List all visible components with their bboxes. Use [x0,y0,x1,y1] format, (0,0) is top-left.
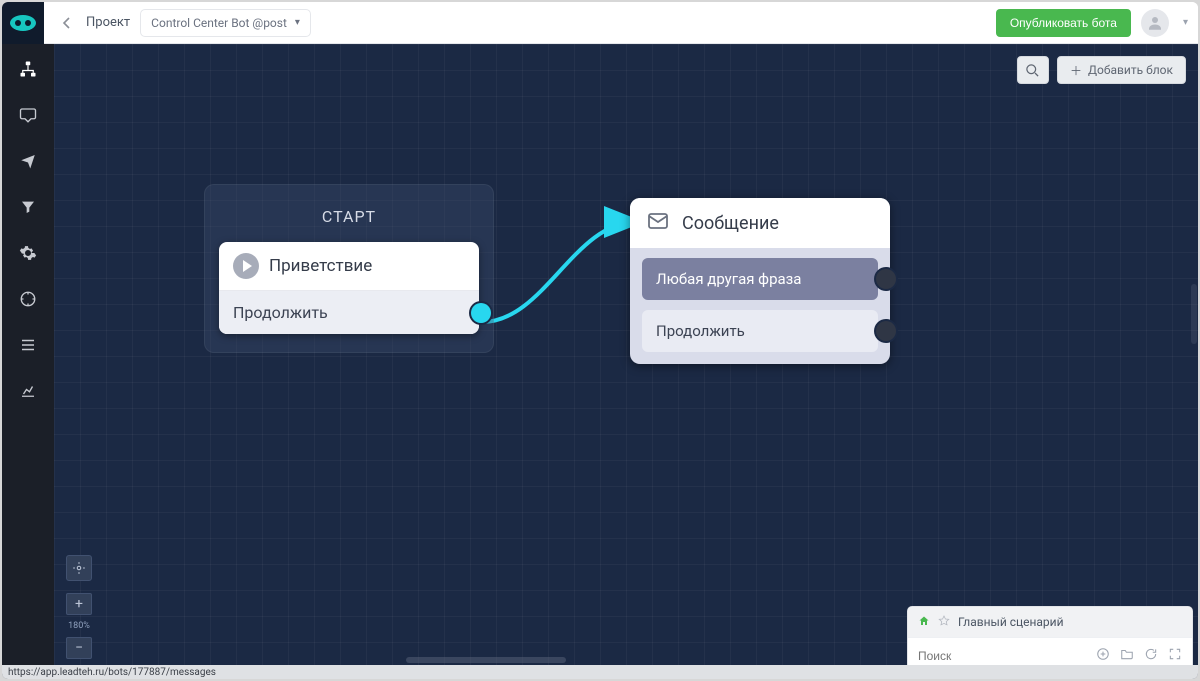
node-message-row-continue-label: Продолжить [656,322,745,340]
back-button[interactable] [58,14,76,32]
star-icon[interactable] [938,615,950,630]
horizontal-scrollbar[interactable] [106,655,1198,665]
user-avatar[interactable] [1141,9,1169,37]
node-start-title: СТАРТ [219,207,479,226]
canvas-grid [54,44,1198,679]
node-start[interactable]: СТАРТ Приветствие Продолжить [204,184,494,353]
plus-icon: ＋ [1070,62,1082,79]
node-message[interactable]: Сообщение Любая другая фраза Продолжить [630,198,890,364]
node-message-row-phrase-label: Любая другая фраза [656,270,801,288]
sidebar-item-settings[interactable] [10,238,46,268]
add-block-button[interactable]: ＋ Добавить блок [1057,56,1186,84]
zoom-controls: + 180% − [66,555,92,659]
app-logo[interactable] [2,2,44,44]
status-bar: https://app.leadteh.ru/bots/177887/messa… [2,665,1198,679]
sidebar-item-broadcast[interactable] [10,146,46,176]
sidebar-item-support[interactable] [10,284,46,314]
zoom-in-button[interactable]: + [66,593,92,615]
scenario-title: Главный сценарий [958,615,1064,629]
locate-button[interactable] [66,555,92,581]
envelope-icon [646,209,670,238]
scenario-header[interactable]: Главный сценарий [908,607,1192,637]
output-port[interactable] [876,269,896,289]
chevron-down-icon: ▾ [295,17,300,28]
output-port[interactable] [876,321,896,341]
left-sidebar: Сообщения [2,44,54,679]
node-message-head[interactable]: Сообщение [630,198,890,248]
play-icon [233,253,259,279]
home-icon [918,615,930,630]
flow-canvas[interactable]: СТАРТ Приветствие Продолжить [54,44,1198,679]
canvas-toolbar: ＋ Добавить блок [1017,56,1186,84]
sidebar-item-list[interactable] [10,330,46,360]
search-button[interactable] [1017,56,1049,84]
project-select[interactable]: Control Center Bot @post ▾ [140,9,311,37]
node-start-card[interactable]: Приветствие Продолжить [219,242,479,334]
node-start-row-continue-label: Продолжить [233,303,328,322]
sidebar-item-messages[interactable]: Сообщения [10,100,46,130]
node-message-row-phrase[interactable]: Любая другая фраза [642,258,878,300]
node-message-row-continue[interactable]: Продолжить [642,310,878,352]
node-start-row-continue[interactable]: Продолжить [219,290,479,334]
zoom-level-label: 180% [68,621,90,631]
sidebar-item-structure[interactable] [10,54,46,84]
sidebar-item-filter[interactable] [10,192,46,222]
output-port[interactable] [471,303,491,323]
status-url: https://app.leadteh.ru/bots/177887/messa… [8,667,216,678]
node-message-title: Сообщение [682,213,779,234]
topbar: Проект Control Center Bot @post ▾ Опубли… [2,2,1198,44]
node-start-card-head[interactable]: Приветствие [219,242,479,290]
robot-logo-icon [8,13,38,33]
user-menu-caret-icon[interactable]: ▾ [1183,17,1188,28]
zoom-out-button[interactable]: − [66,637,92,659]
node-start-card-title: Приветствие [269,256,372,276]
vertical-scrollbar[interactable] [1190,44,1198,655]
project-label: Проект [86,15,130,30]
publish-button[interactable]: Опубликовать бота [996,9,1131,37]
add-block-label: Добавить блок [1088,63,1173,77]
sidebar-item-analytics[interactable] [10,376,46,406]
project-name: Control Center Bot @post [151,16,287,30]
